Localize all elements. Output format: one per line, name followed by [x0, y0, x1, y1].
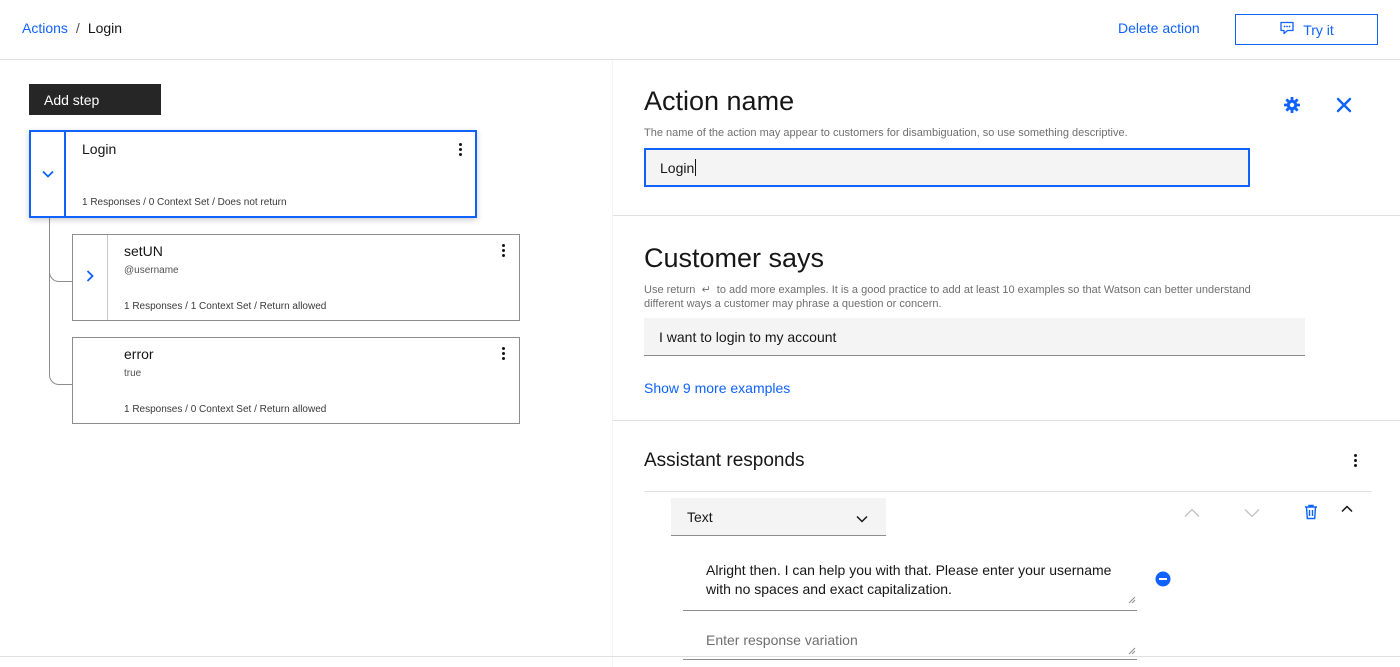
step-title: setUN — [124, 243, 163, 259]
chevron-up-icon — [1341, 500, 1353, 518]
response-text-line: with no spaces and exact capitalization. — [706, 581, 952, 597]
customer-example-input[interactable]: I want to login to my account — [644, 318, 1305, 356]
chevron-up-icon — [1184, 505, 1200, 523]
step-condition: true — [124, 368, 142, 379]
try-it-button[interactable]: Try it — [1235, 14, 1378, 45]
chevron-down-icon — [856, 510, 868, 526]
move-down-button[interactable] — [1241, 504, 1263, 524]
step-meta: 1 Responses / 1 Context Set / Return all… — [124, 301, 327, 312]
step-card-setun[interactable]: setUN @username 1 Responses / 1 Context … — [72, 234, 520, 321]
steps-pane: Add step Login 1 Responses / 0 Context S… — [0, 60, 612, 667]
variation-placeholder: Enter response variation — [706, 632, 858, 648]
action-name-input[interactable]: Login — [644, 148, 1250, 187]
responds-overflow-menu-icon[interactable] — [1345, 450, 1365, 470]
close-button[interactable] — [1333, 96, 1355, 118]
delete-action-button[interactable]: Delete action — [1118, 20, 1200, 36]
gear-icon — [1283, 96, 1301, 119]
assistant-responds-title: Assistant responds — [644, 450, 805, 471]
chevron-down-icon — [1244, 505, 1260, 523]
breadcrumb-current: Login — [87, 20, 123, 36]
show-more-examples-link[interactable]: Show 9 more examples — [644, 380, 790, 396]
bottom-border — [0, 656, 1400, 657]
action-name-value: Login — [660, 159, 695, 176]
response-text-area[interactable]: Alright then. I can help you with that. … — [683, 555, 1137, 611]
customer-says-title: Customer says — [644, 243, 825, 273]
step-meta: 1 Responses / 0 Context Set / Does not r… — [82, 197, 287, 208]
chat-icon — [1279, 20, 1295, 39]
step-editor-pane: Action name The name of the action may a… — [612, 60, 1400, 667]
step-overflow-menu-icon[interactable] — [493, 343, 513, 363]
add-step-button[interactable]: Add step — [29, 84, 161, 115]
step-meta: 1 Responses / 0 Context Set / Return all… — [124, 404, 327, 415]
step-overflow-menu-icon[interactable] — [493, 240, 513, 260]
top-bar: Actions / Login Delete action Try it — [0, 0, 1400, 60]
customer-says-helper-line1: Use return ↵ to add more examples. It is… — [644, 284, 1251, 296]
step-collapse-toggle[interactable] — [31, 132, 66, 216]
action-name-section: Action name The name of the action may a… — [613, 60, 1400, 216]
chevron-right-icon — [86, 269, 94, 287]
resize-grip-icon[interactable] — [1128, 590, 1136, 609]
responds-divider — [644, 491, 1372, 492]
minus-circle-icon — [1155, 571, 1171, 592]
step-expand-toggle[interactable] — [73, 235, 108, 320]
step-title: Login — [82, 141, 117, 157]
step-overflow-menu-icon[interactable] — [450, 139, 470, 159]
customer-says-helper-line2: different ways a customer may phrase a q… — [644, 298, 942, 310]
remove-variation-button[interactable] — [1154, 571, 1172, 592]
response-type-dropdown[interactable]: Text — [671, 498, 886, 536]
response-type-value: Text — [687, 508, 713, 525]
collapse-response-button[interactable] — [1336, 499, 1358, 519]
step-card-error[interactable]: error true 1 Responses / 0 Context Set /… — [72, 337, 520, 424]
trash-icon — [1304, 504, 1318, 525]
chevron-down-icon — [41, 165, 54, 183]
step-card-login[interactable]: Login 1 Responses / 0 Context Set / Does… — [29, 130, 477, 218]
step-condition: @username — [124, 265, 179, 276]
breadcrumb: Actions / Login — [22, 20, 122, 36]
action-name-title: Action name — [644, 86, 795, 116]
step-connector — [49, 217, 72, 385]
step-title: error — [124, 346, 154, 362]
settings-button[interactable] — [1281, 96, 1303, 118]
breadcrumb-actions-link[interactable]: Actions — [22, 20, 68, 36]
delete-response-button[interactable] — [1300, 503, 1322, 525]
move-up-button[interactable] — [1181, 504, 1203, 524]
response-variation-input[interactable]: Enter response variation — [683, 622, 1137, 660]
breadcrumb-separator: / — [75, 20, 80, 36]
action-name-helper: The name of the action may appear to cus… — [644, 127, 1128, 139]
close-icon — [1336, 97, 1352, 118]
response-text-line: Alright then. I can help you with that. … — [706, 562, 1112, 578]
try-it-label: Try it — [1303, 21, 1334, 38]
